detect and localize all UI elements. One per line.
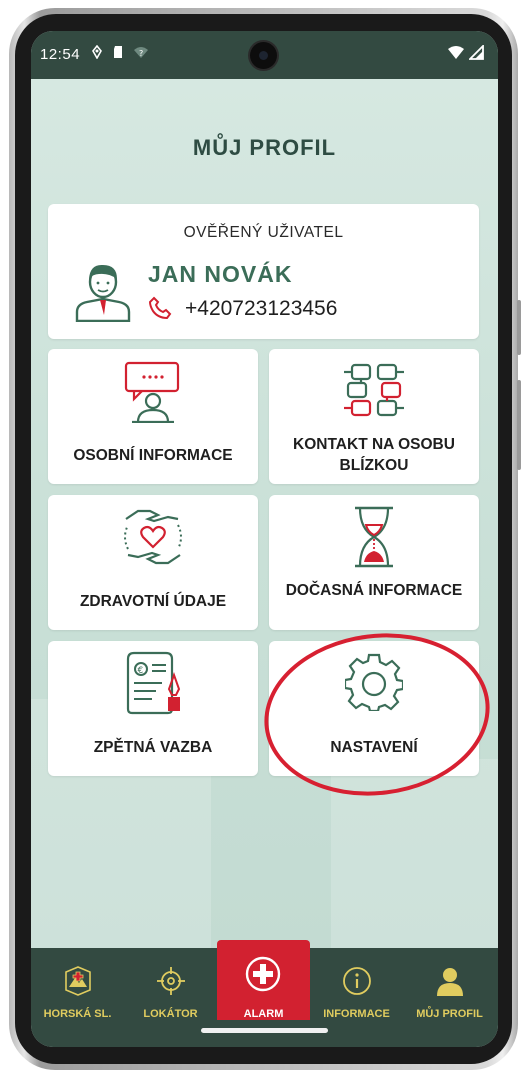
user-icon bbox=[437, 968, 463, 996]
crosshair-icon bbox=[157, 967, 185, 995]
profile-card: OVĚŘENÝ UŽIVATEL JAN NOVÁK +420723123456 bbox=[48, 204, 479, 339]
nav-label: LOKÁTOR bbox=[143, 1008, 198, 1020]
tile-personal-info[interactable]: OSOBNÍ INFORMACE bbox=[48, 349, 258, 484]
signal-icon bbox=[469, 45, 484, 60]
nav-my-profile[interactable]: MŮJ PROFIL bbox=[403, 948, 496, 1047]
nav-label: HORSKÁ SL. bbox=[43, 1008, 112, 1020]
nav-mountain-rescue[interactable]: HORSKÁ SL. bbox=[31, 948, 124, 1047]
home-gesture-bar[interactable] bbox=[201, 1028, 328, 1033]
status-bar: 12:54 ? bbox=[31, 31, 498, 79]
wifi-icon bbox=[448, 46, 464, 59]
screen: 12:54 ? MŮJ PROFIL OVĚŘENÝ UŽIVATEL JAN … bbox=[31, 31, 498, 1047]
person-speech-icon bbox=[124, 361, 180, 423]
user-phone: +420723123456 bbox=[185, 297, 338, 320]
location-icon bbox=[92, 45, 102, 59]
nav-label: INFORMACE bbox=[323, 1008, 390, 1020]
info-icon bbox=[343, 967, 371, 995]
volume-button bbox=[517, 300, 521, 355]
mountain-rescue-badge-icon bbox=[65, 966, 91, 996]
tile-health-data[interactable]: ZDRAVOTNÍ ÚDAJE bbox=[48, 495, 258, 630]
sd-card-icon bbox=[114, 46, 122, 58]
linked-hands-icon bbox=[344, 363, 404, 417]
power-button bbox=[517, 380, 521, 470]
document-quill-icon: € bbox=[126, 651, 181, 715]
status-time: 12:54 bbox=[40, 46, 81, 63]
tile-feedback[interactable]: € ZPĚTNÁ VAZBA bbox=[48, 641, 258, 776]
status-notification-icons: ? bbox=[91, 45, 149, 59]
tile-label: KONTAKT NA OSOBU BLÍZKOU bbox=[293, 436, 455, 474]
tile-label: ZDRAVOTNÍ ÚDAJE bbox=[79, 593, 227, 610]
tile-label: OSOBNÍ INFORMACE bbox=[73, 447, 233, 464]
page-title: MŮJ PROFIL bbox=[192, 135, 337, 160]
status-system-icons bbox=[447, 45, 484, 60]
hourglass-icon bbox=[355, 506, 393, 568]
tile-contact-close-person[interactable]: KONTAKT NA OSOBU BLÍZKOU bbox=[269, 349, 479, 484]
tile-label: DOČASNÁ INFORMACE bbox=[285, 582, 463, 599]
nav-label: MŮJ PROFIL bbox=[416, 1008, 483, 1020]
tile-temporary-info[interactable]: DOČASNÁ INFORMACE bbox=[269, 495, 479, 630]
front-camera bbox=[250, 42, 277, 69]
nav-label: ALARM bbox=[243, 1008, 284, 1020]
verified-user-label: OVĚŘENÝ UŽIVATEL bbox=[183, 224, 344, 241]
medical-cross-icon bbox=[245, 956, 281, 992]
nav-alarm[interactable]: ALARM bbox=[217, 940, 310, 1020]
user-name: JAN NOVÁK bbox=[148, 261, 293, 287]
hands-heart-icon bbox=[124, 509, 182, 565]
profile-screen: MŮJ PROFIL OVĚŘENÝ UŽIVATEL JAN NOVÁK +4… bbox=[31, 79, 498, 948]
svg-text:€: € bbox=[138, 666, 144, 676]
avatar-icon bbox=[75, 264, 131, 322]
wifi-unknown-icon: ? bbox=[134, 47, 148, 58]
tile-label: ZPĚTNÁ VAZBA bbox=[93, 739, 213, 756]
phone-icon bbox=[148, 296, 172, 320]
svg-text:?: ? bbox=[139, 49, 143, 58]
